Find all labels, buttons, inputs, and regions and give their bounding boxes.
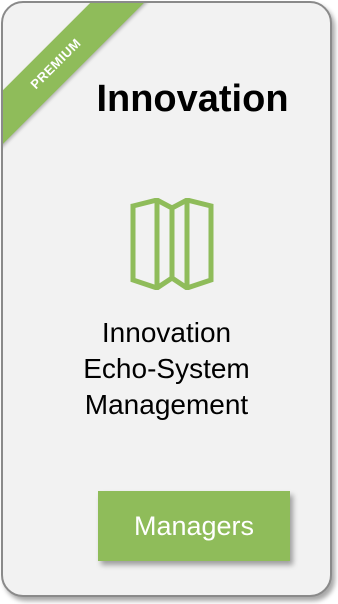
product-card: PREMIUM Innovation Innovation Echo-Syste…	[1, 1, 332, 597]
description-line: Management	[84, 389, 249, 420]
managers-button[interactable]: Managers	[98, 491, 290, 561]
premium-badge: PREMIUM	[3, 3, 148, 156]
description-line: Innovation	[101, 317, 232, 348]
card-description: Innovation Echo-System Management	[3, 315, 330, 423]
premium-ribbon: PREMIUM	[3, 3, 171, 171]
map-icon	[130, 198, 214, 290]
description-line: Echo-System	[83, 353, 250, 384]
